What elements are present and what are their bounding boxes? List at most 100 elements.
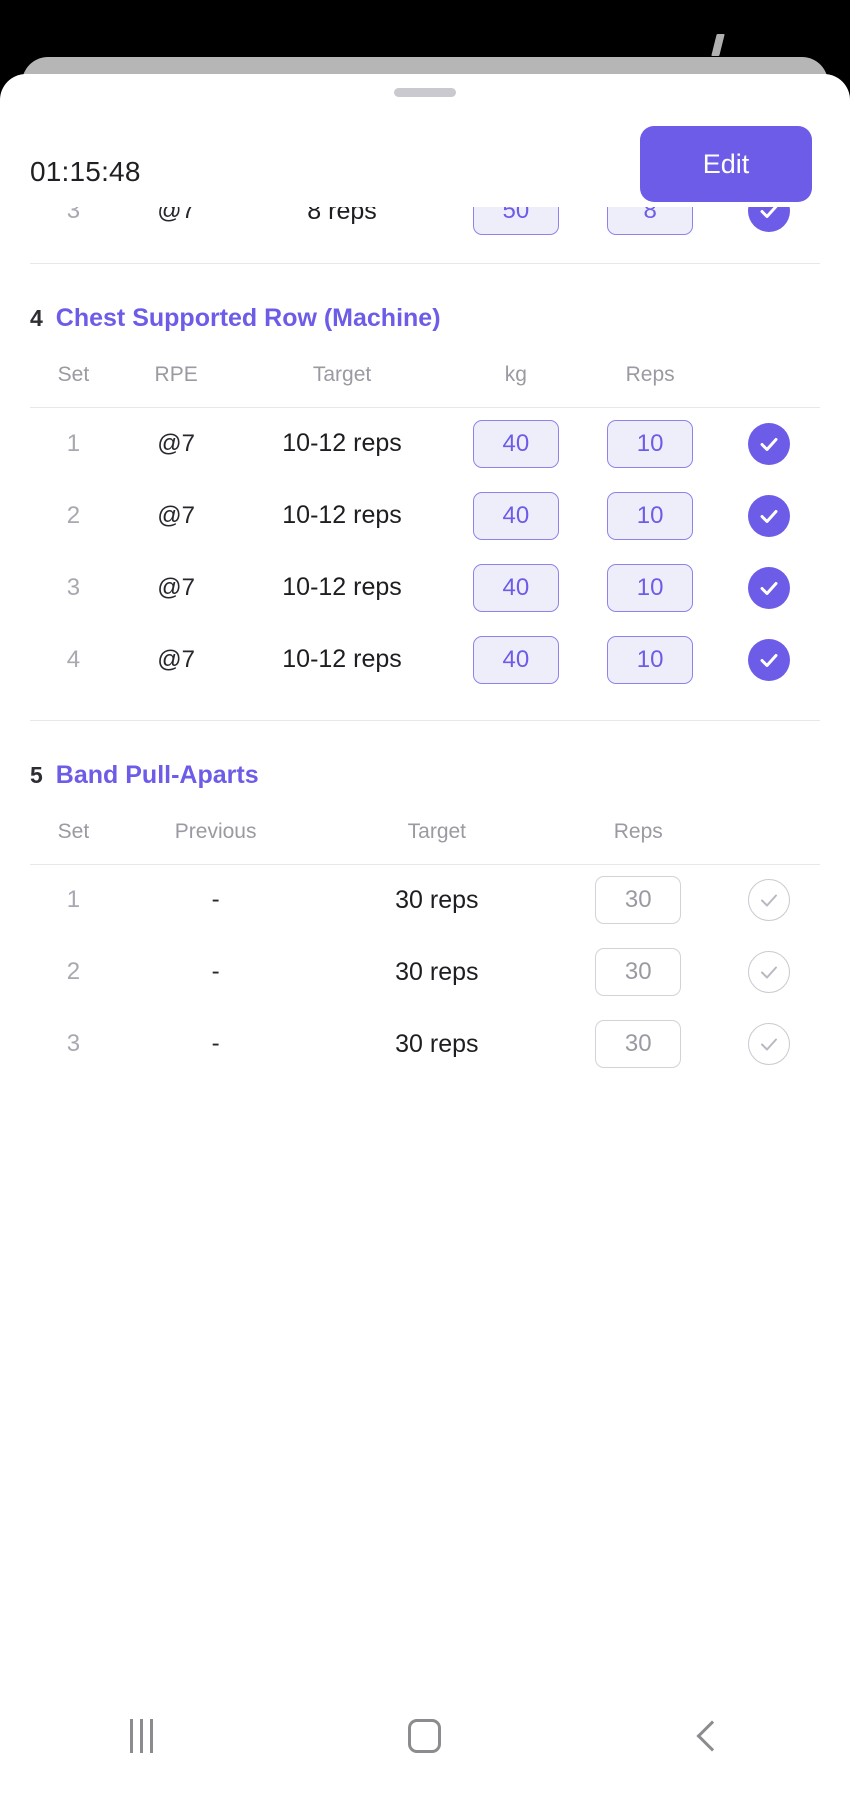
cell-set: 3 <box>66 573 81 601</box>
cell-weight: 40 <box>449 408 583 480</box>
table-body: 1 @7 10-12 reps 40 10 2 @7 10-12 reps 40 10 3 @7 10-… <box>30 408 820 696</box>
weight-input[interactable]: 40 <box>472 635 559 684</box>
cell-target: 30 reps <box>395 885 479 914</box>
column-header-complete <box>717 819 820 865</box>
weight-input[interactable]: 50 <box>472 207 559 235</box>
exercise-name[interactable]: Band Pull-Aparts <box>56 761 259 790</box>
reps-input[interactable]: 10 <box>607 419 694 468</box>
cell-target: 10-12 reps <box>282 573 402 601</box>
reps-input[interactable]: 8 <box>607 207 694 235</box>
cell-weight: 40 <box>449 552 583 624</box>
cell-complete <box>717 552 820 624</box>
set-complete-toggle[interactable] <box>747 494 790 537</box>
table-head: Set Previous Target Reps <box>30 819 820 865</box>
cell-target: 8 reps <box>307 207 377 225</box>
table-row[interactable]: 4 @7 10-12 reps 40 10 <box>30 624 820 696</box>
table-row[interactable]: 1 @7 10-12 reps 40 10 <box>30 408 820 480</box>
cell-set: 1 <box>66 886 81 914</box>
table-body: 1 - 30 reps 30 2 - 30 reps 30 3 - 30 reps 30 <box>30 864 820 1080</box>
cell-weight: 40 <box>449 480 583 552</box>
cell-complete <box>717 1008 820 1080</box>
table-head: Set RPE Target kg Reps <box>30 363 820 408</box>
reps-input[interactable]: 10 <box>607 635 694 684</box>
cell-complete <box>717 864 820 936</box>
column-header: Target <box>235 363 449 408</box>
cell-set: 4 <box>66 645 81 673</box>
cell-reps: 10 <box>583 408 717 480</box>
clipped-previous-row: 3 @7 8 reps 50 8 <box>0 207 850 263</box>
column-header: Previous <box>116 819 315 865</box>
cell-target: 10-12 reps <box>282 429 402 458</box>
home-icon <box>408 1719 442 1753</box>
set-complete-toggle[interactable] <box>747 207 790 232</box>
cell-reps: 30 <box>559 1008 717 1080</box>
column-header: Set <box>30 819 117 865</box>
cell-target: 10-12 reps <box>282 501 402 529</box>
phone-screen: 01:15:48 Edit 3 @7 8 reps 50 8 4 Chest Support… <box>0 0 850 1795</box>
column-header: kg <box>448 363 583 408</box>
status-bar <box>0 0 850 58</box>
reps-input[interactable]: 30 <box>595 876 682 925</box>
check-icon <box>760 207 778 218</box>
reps-input[interactable]: 10 <box>607 563 694 612</box>
exercise-title[interactable]: 4 Chest Supported Row (Machine) <box>30 264 820 363</box>
check-icon <box>760 653 778 667</box>
weight-input[interactable]: 40 <box>472 491 559 540</box>
set-complete-toggle[interactable] <box>747 422 790 465</box>
cell-complete <box>717 624 820 696</box>
set-complete-toggle[interactable] <box>747 638 790 681</box>
reps-input[interactable]: 10 <box>607 491 694 540</box>
table-row[interactable]: 3 - 30 reps 30 <box>30 1008 820 1080</box>
home-button[interactable] <box>370 1696 480 1776</box>
column-header: RPE <box>116 363 236 408</box>
set-complete-toggle[interactable] <box>747 1023 790 1065</box>
cell-rpe: @7 <box>157 573 195 601</box>
column-header: Reps <box>559 819 718 865</box>
cell-reps: 30 <box>559 936 717 1008</box>
edit-button[interactable]: Edit <box>640 126 812 202</box>
set-complete-toggle[interactable] <box>747 879 790 922</box>
exercise-block: 5 Band Pull-Aparts Set Previous Target Reps 1 -… <box>0 721 850 1081</box>
column-header: Reps <box>582 363 718 408</box>
reps-input[interactable]: 30 <box>595 1020 682 1068</box>
table-row[interactable]: 3 @7 10-12 reps 40 10 <box>30 552 820 624</box>
cell-reps: 8 <box>583 207 717 247</box>
cell-complete <box>717 207 820 247</box>
set-complete-toggle[interactable] <box>747 566 790 609</box>
cell-complete <box>717 408 820 480</box>
exercise-block: 4 Chest Supported Row (Machine) Set RPE Targ… <box>0 264 850 696</box>
recents-button[interactable] <box>87 1696 197 1776</box>
cell-rpe: @7 <box>157 207 195 224</box>
weight-input[interactable]: 40 <box>472 563 559 612</box>
check-icon <box>760 437 778 451</box>
table-row[interactable]: 2 @7 10-12 reps 40 10 <box>30 480 820 552</box>
cell-rpe: @7 <box>157 501 195 529</box>
back-button[interactable] <box>653 1696 763 1776</box>
check-icon <box>760 966 777 979</box>
cell-previous: - <box>211 886 220 914</box>
check-icon <box>760 581 778 595</box>
check-icon <box>760 894 777 907</box>
android-nav-bar <box>0 1677 850 1795</box>
table-row[interactable]: 1 - 30 reps 30 <box>30 864 820 936</box>
exercise-list[interactable]: 3 @7 8 reps 50 8 4 Chest Supported Row (Machin… <box>0 207 850 1795</box>
workout-timer: 01:15:48 <box>30 156 141 187</box>
cell-previous: - <box>211 958 220 985</box>
table-row[interactable]: 3 @7 8 reps 50 8 <box>30 207 820 247</box>
weight-input[interactable]: 40 <box>472 419 559 468</box>
reps-input[interactable]: 30 <box>595 948 682 996</box>
table-row[interactable]: 2 - 30 reps 30 <box>30 936 820 1008</box>
cell-target: 30 reps <box>395 957 479 986</box>
cell-reps: 10 <box>583 624 717 696</box>
exercise-title[interactable]: 5 Band Pull-Aparts <box>30 721 820 820</box>
exercise-number: 4 <box>30 305 43 331</box>
exercise-name[interactable]: Chest Supported Row (Machine) <box>56 304 441 333</box>
cell-set: 3 <box>66 207 81 224</box>
sheet-drag-handle[interactable] <box>394 88 456 97</box>
status-indicator-icon <box>711 34 725 56</box>
cell-set: 3 <box>66 1030 81 1057</box>
column-header-complete <box>717 363 820 408</box>
cell-set: 2 <box>66 958 81 985</box>
set-complete-toggle[interactable] <box>747 951 790 993</box>
column-header: Set <box>30 363 117 408</box>
